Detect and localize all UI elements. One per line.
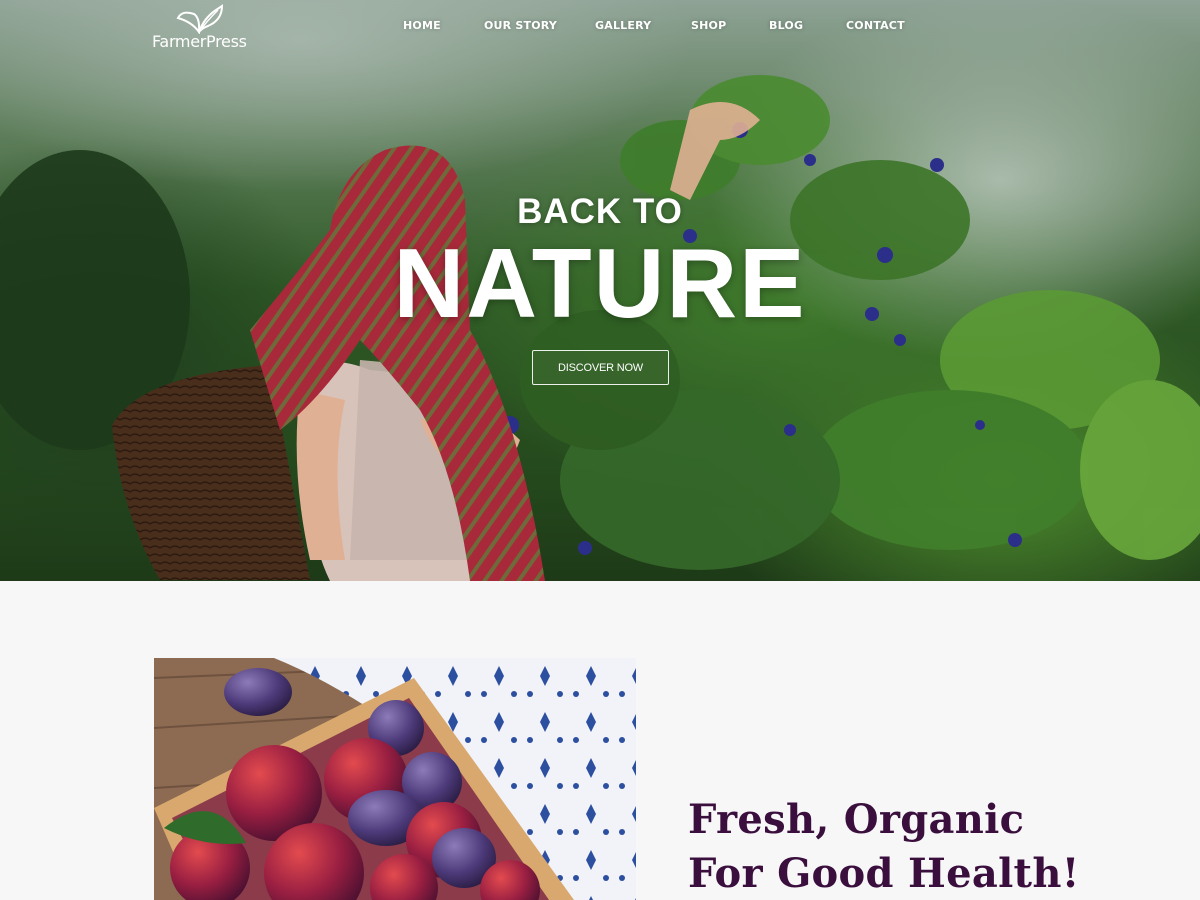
nav-shop[interactable]: SHOP [691,19,726,32]
nav-our-story[interactable]: OUR STORY [484,19,557,32]
nav-home[interactable]: HOME [403,19,441,32]
headline-line-1: Fresh, Organic [688,796,1025,843]
headline-line-2: For Good Health! [688,850,1080,897]
main-nav: HOME OUR STORY GALLERY SHOP BLOG CONTACT [0,19,1200,35]
plums-image [154,658,636,900]
discover-now-button[interactable]: DISCOVER NOW [532,350,669,385]
nav-blog[interactable]: BLOG [769,19,803,32]
nav-gallery[interactable]: GALLERY [595,19,651,32]
hero-kicker: BACK TO [517,192,683,231]
feature-headline: Fresh, Organic For Good Health! [688,793,1080,900]
nav-contact[interactable]: CONTACT [846,19,905,32]
plums-photo [154,658,636,900]
hero-banner: FarmerPress HOME OUR STORY GALLERY SHOP … [0,0,1200,581]
hero-title: NATURE [393,228,807,338]
